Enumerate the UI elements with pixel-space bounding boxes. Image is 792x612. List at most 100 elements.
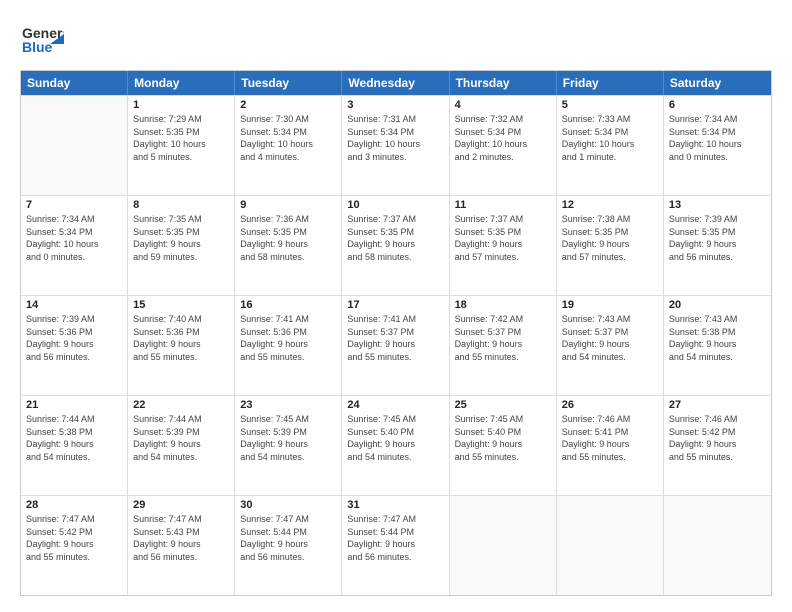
day-info: Sunrise: 7:44 AM Sunset: 5:38 PM Dayligh…	[26, 413, 122, 463]
day-info: Sunrise: 7:29 AM Sunset: 5:35 PM Dayligh…	[133, 113, 229, 163]
logo: General Blue	[20, 16, 64, 60]
day-info: Sunrise: 7:47 AM Sunset: 5:44 PM Dayligh…	[347, 513, 443, 563]
day-number: 12	[562, 199, 658, 211]
day-info: Sunrise: 7:41 AM Sunset: 5:36 PM Dayligh…	[240, 313, 336, 363]
cal-cell	[557, 496, 664, 595]
cal-cell: 8 Sunrise: 7:35 AM Sunset: 5:35 PM Daylig…	[128, 196, 235, 295]
day-number: 8	[133, 199, 229, 211]
cal-cell: 17 Sunrise: 7:41 AM Sunset: 5:37 PM Dayli…	[342, 296, 449, 395]
calendar: SundayMondayTuesdayWednesdayThursdayFrid…	[20, 70, 772, 596]
day-number: 23	[240, 399, 336, 411]
day-info: Sunrise: 7:46 AM Sunset: 5:42 PM Dayligh…	[669, 413, 766, 463]
cal-cell: 4 Sunrise: 7:32 AM Sunset: 5:34 PM Daylig…	[450, 96, 557, 195]
week-row-2: 14 Sunrise: 7:39 AM Sunset: 5:36 PM Dayli…	[21, 295, 771, 395]
day-info: Sunrise: 7:43 AM Sunset: 5:37 PM Dayligh…	[562, 313, 658, 363]
day-number: 28	[26, 499, 122, 511]
day-number: 27	[669, 399, 766, 411]
day-info: Sunrise: 7:32 AM Sunset: 5:34 PM Dayligh…	[455, 113, 551, 163]
day-number: 7	[26, 199, 122, 211]
day-number: 25	[455, 399, 551, 411]
cal-cell	[450, 496, 557, 595]
day-info: Sunrise: 7:35 AM Sunset: 5:35 PM Dayligh…	[133, 213, 229, 263]
day-number: 13	[669, 199, 766, 211]
day-number: 14	[26, 299, 122, 311]
day-number: 17	[347, 299, 443, 311]
cal-cell: 13 Sunrise: 7:39 AM Sunset: 5:35 PM Dayli…	[664, 196, 771, 295]
day-info: Sunrise: 7:36 AM Sunset: 5:35 PM Dayligh…	[240, 213, 336, 263]
day-number: 5	[562, 99, 658, 111]
day-number: 1	[133, 99, 229, 111]
day-info: Sunrise: 7:39 AM Sunset: 5:36 PM Dayligh…	[26, 313, 122, 363]
cal-cell: 15Sunrise: 7:40 AM Sunset: 5:36 PM Dayli…	[128, 296, 235, 395]
day-info: Sunrise: 7:39 AM Sunset: 5:35 PM Dayligh…	[669, 213, 766, 263]
week-row-0: 1 Sunrise: 7:29 AM Sunset: 5:35 PM Daylig…	[21, 95, 771, 195]
header-day-monday: Monday	[128, 71, 235, 95]
day-info: Sunrise: 7:46 AM Sunset: 5:41 PM Dayligh…	[562, 413, 658, 463]
cal-cell: 24 Sunrise: 7:45 AM Sunset: 5:40 PM Dayli…	[342, 396, 449, 495]
cal-cell: 9 Sunrise: 7:36 AM Sunset: 5:35 PM Daylig…	[235, 196, 342, 295]
day-number: 10	[347, 199, 443, 211]
day-number: 22	[133, 399, 229, 411]
cal-cell: 18 Sunrise: 7:42 AM Sunset: 5:37 PM Dayli…	[450, 296, 557, 395]
day-info: Sunrise: 7:34 AM Sunset: 5:34 PM Dayligh…	[26, 213, 122, 263]
day-number: 21	[26, 399, 122, 411]
day-info: Sunrise: 7:45 AM Sunset: 5:40 PM Dayligh…	[347, 413, 443, 463]
cal-cell: 2 Sunrise: 7:30 AM Sunset: 5:34 PM Daylig…	[235, 96, 342, 195]
cal-cell: 7 Sunrise: 7:34 AM Sunset: 5:34 PM Daylig…	[21, 196, 128, 295]
day-number: 18	[455, 299, 551, 311]
day-info: Sunrise: 7:45 AM Sunset: 5:40 PM Dayligh…	[455, 413, 551, 463]
cal-cell: 1 Sunrise: 7:29 AM Sunset: 5:35 PM Daylig…	[128, 96, 235, 195]
cal-cell: 25 Sunrise: 7:45 AM Sunset: 5:40 PM Dayli…	[450, 396, 557, 495]
cal-cell: 22Sunrise: 7:44 AM Sunset: 5:39 PM Dayli…	[128, 396, 235, 495]
day-info: Sunrise: 7:47 AM Sunset: 5:42 PM Dayligh…	[26, 513, 122, 563]
cal-cell: 12 Sunrise: 7:38 AM Sunset: 5:35 PM Dayli…	[557, 196, 664, 295]
day-info: Sunrise: 7:42 AM Sunset: 5:37 PM Dayligh…	[455, 313, 551, 363]
day-number: 2	[240, 99, 336, 111]
calendar-body: 1 Sunrise: 7:29 AM Sunset: 5:35 PM Daylig…	[21, 95, 771, 595]
week-row-1: 7 Sunrise: 7:34 AM Sunset: 5:34 PM Daylig…	[21, 195, 771, 295]
day-number: 26	[562, 399, 658, 411]
cal-cell: 16Sunrise: 7:41 AM Sunset: 5:36 PM Dayli…	[235, 296, 342, 395]
header-day-tuesday: Tuesday	[235, 71, 342, 95]
day-info: Sunrise: 7:40 AM Sunset: 5:36 PM Dayligh…	[133, 313, 229, 363]
cal-cell: 5 Sunrise: 7:33 AM Sunset: 5:34 PM Daylig…	[557, 96, 664, 195]
header: General Blue	[20, 16, 772, 60]
day-info: Sunrise: 7:33 AM Sunset: 5:34 PM Dayligh…	[562, 113, 658, 163]
header-day-saturday: Saturday	[664, 71, 771, 95]
day-number: 3	[347, 99, 443, 111]
cal-cell: 6Sunrise: 7:34 AM Sunset: 5:34 PM Daylig…	[664, 96, 771, 195]
cal-cell: 14 Sunrise: 7:39 AM Sunset: 5:36 PM Dayli…	[21, 296, 128, 395]
day-info: Sunrise: 7:38 AM Sunset: 5:35 PM Dayligh…	[562, 213, 658, 263]
cal-cell: 11 Sunrise: 7:37 AM Sunset: 5:35 PM Dayli…	[450, 196, 557, 295]
cal-cell: 3 Sunrise: 7:31 AM Sunset: 5:34 PM Daylig…	[342, 96, 449, 195]
day-number: 11	[455, 199, 551, 211]
header-day-wednesday: Wednesday	[342, 71, 449, 95]
cal-cell	[664, 496, 771, 595]
day-number: 4	[455, 99, 551, 111]
day-number: 9	[240, 199, 336, 211]
cal-cell: 30Sunrise: 7:47 AM Sunset: 5:44 PM Dayli…	[235, 496, 342, 595]
calendar-header: SundayMondayTuesdayWednesdayThursdayFrid…	[21, 71, 771, 95]
day-number: 20	[669, 299, 766, 311]
day-info: Sunrise: 7:30 AM Sunset: 5:34 PM Dayligh…	[240, 113, 336, 163]
cal-cell: 26 Sunrise: 7:46 AM Sunset: 5:41 PM Dayli…	[557, 396, 664, 495]
day-number: 24	[347, 399, 443, 411]
week-row-4: 28 Sunrise: 7:47 AM Sunset: 5:42 PM Dayli…	[21, 495, 771, 595]
day-number: 29	[133, 499, 229, 511]
day-number: 31	[347, 499, 443, 511]
cal-cell: 29 Sunrise: 7:47 AM Sunset: 5:43 PM Dayli…	[128, 496, 235, 595]
cal-cell: 27 Sunrise: 7:46 AM Sunset: 5:42 PM Dayli…	[664, 396, 771, 495]
day-info: Sunrise: 7:37 AM Sunset: 5:35 PM Dayligh…	[455, 213, 551, 263]
page: General Blue SundayMondayTuesdayWednesda…	[0, 0, 792, 612]
day-info: Sunrise: 7:41 AM Sunset: 5:37 PM Dayligh…	[347, 313, 443, 363]
cal-cell: 19Sunrise: 7:43 AM Sunset: 5:37 PM Dayli…	[557, 296, 664, 395]
cal-cell: 31 Sunrise: 7:47 AM Sunset: 5:44 PM Dayli…	[342, 496, 449, 595]
cal-cell: 10Sunrise: 7:37 AM Sunset: 5:35 PM Dayli…	[342, 196, 449, 295]
day-info: Sunrise: 7:31 AM Sunset: 5:34 PM Dayligh…	[347, 113, 443, 163]
week-row-3: 21 Sunrise: 7:44 AM Sunset: 5:38 PM Dayli…	[21, 395, 771, 495]
cal-cell: 23Sunrise: 7:45 AM Sunset: 5:39 PM Dayli…	[235, 396, 342, 495]
day-info: Sunrise: 7:47 AM Sunset: 5:43 PM Dayligh…	[133, 513, 229, 563]
header-day-sunday: Sunday	[21, 71, 128, 95]
day-info: Sunrise: 7:43 AM Sunset: 5:38 PM Dayligh…	[669, 313, 766, 363]
cal-cell: 20 Sunrise: 7:43 AM Sunset: 5:38 PM Dayli…	[664, 296, 771, 395]
